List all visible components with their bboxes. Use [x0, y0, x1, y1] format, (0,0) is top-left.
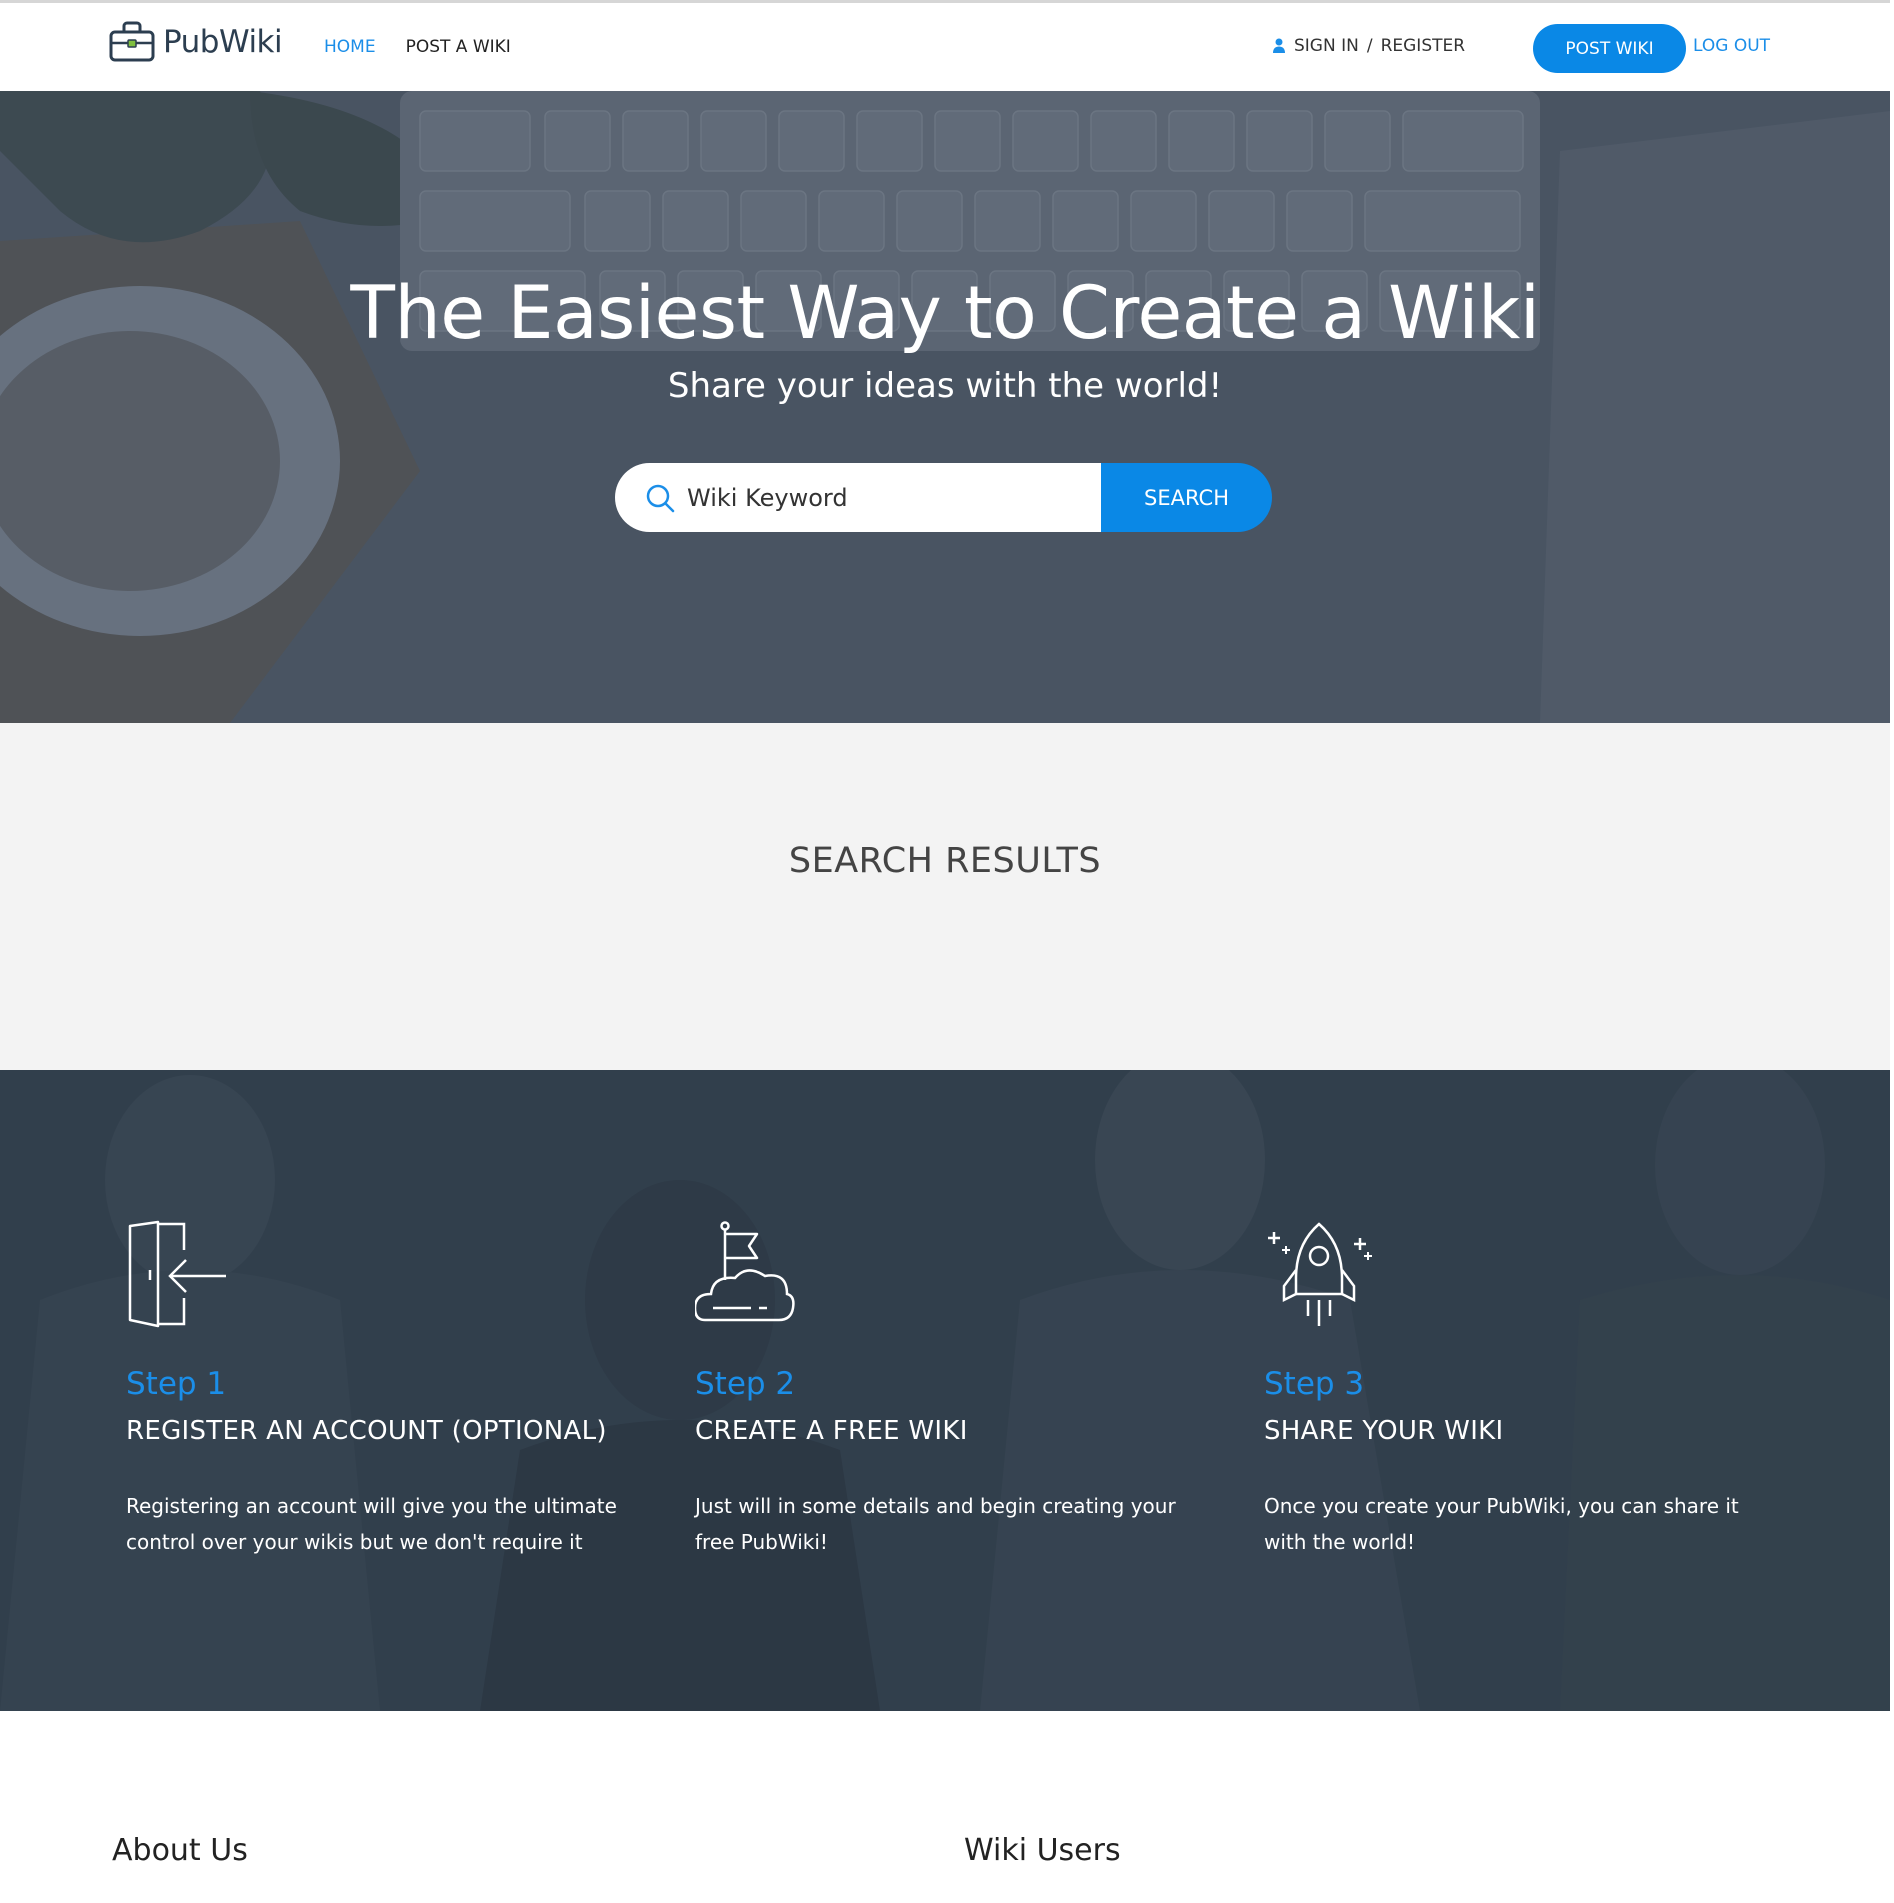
- sign-in-door-icon: [128, 1220, 226, 1328]
- search-bar: Wiki Keyword SEARCH: [615, 463, 1272, 532]
- step-2-description: Just will in some details and begin crea…: [695, 1494, 1176, 1554]
- logo-text: PubWiki: [163, 24, 283, 60]
- post-wiki-button[interactable]: POST WIKI: [1533, 24, 1686, 73]
- steps-section: Step 1 REGISTER AN ACCOUNT (OPTIONAL) Re…: [0, 1070, 1890, 1711]
- step-1: Step 1 REGISTER AN ACCOUNT (OPTIONAL) Re…: [126, 1220, 626, 1560]
- nav-home[interactable]: HOME: [324, 37, 376, 57]
- search-results-section: SEARCH RESULTS: [0, 723, 1890, 1070]
- page: PubWiki HOME POST A WIKI SIGN IN / REGIS…: [0, 0, 1890, 1903]
- step-2: Step 2 CREATE A FREE WIKI Just will in s…: [693, 1220, 1195, 1560]
- wiki-users-heading: Wiki Users: [964, 1833, 1121, 1868]
- search-input[interactable]: Wiki Keyword: [615, 463, 1101, 532]
- hero-background-image: [0, 91, 1890, 723]
- search-results-title: SEARCH RESULTS: [788, 841, 1102, 881]
- step-3: Step 3 SHARE YOUR WIKI Once you create y…: [1264, 1220, 1764, 1560]
- rocket-icon: [1268, 1222, 1372, 1326]
- step-1-title: REGISTER AN ACCOUNT (OPTIONAL): [126, 1416, 607, 1446]
- step-3-title: SHARE YOUR WIKI: [1264, 1416, 1504, 1446]
- search-button[interactable]: SEARCH: [1101, 463, 1272, 532]
- log-out-link[interactable]: LOG OUT: [1693, 36, 1770, 56]
- step-2-title: CREATE A FREE WIKI: [695, 1416, 968, 1446]
- logo[interactable]: PubWiki: [109, 19, 283, 65]
- register-link[interactable]: REGISTER: [1381, 36, 1465, 56]
- auth-separator: /: [1366, 36, 1373, 56]
- hero-title: The Easiest Way to Create a Wiki: [350, 271, 1540, 356]
- sign-in-link[interactable]: SIGN IN: [1294, 36, 1359, 56]
- footer-section: About Us Wiki Users: [0, 1711, 1890, 1903]
- flag-cloud-icon: [693, 1221, 795, 1322]
- search-placeholder: Wiki Keyword: [687, 483, 848, 512]
- step-3-description: Once you create your PubWiki, you can sh…: [1264, 1494, 1739, 1554]
- site-header: PubWiki HOME POST A WIKI SIGN IN / REGIS…: [0, 3, 1890, 89]
- auth-links: SIGN IN / REGISTER: [1272, 36, 1465, 56]
- hero-section: The Easiest Way to Create a Wiki Share y…: [0, 91, 1890, 723]
- main-nav: HOME POST A WIKI: [324, 37, 511, 57]
- step-1-number: Step 1: [126, 1366, 227, 1402]
- step-2-number: Step 2: [695, 1366, 796, 1402]
- step-1-description: Registering an account will give you the…: [126, 1494, 617, 1554]
- briefcase-icon: [109, 21, 155, 62]
- about-us-heading: About Us: [112, 1833, 248, 1868]
- step-3-number: Step 3: [1264, 1366, 1365, 1402]
- hero-subtitle: Share your ideas with the world!: [667, 366, 1223, 406]
- user-icon: [1273, 38, 1285, 53]
- search-icon: [646, 484, 675, 512]
- nav-post-a-wiki[interactable]: POST A WIKI: [406, 37, 511, 57]
